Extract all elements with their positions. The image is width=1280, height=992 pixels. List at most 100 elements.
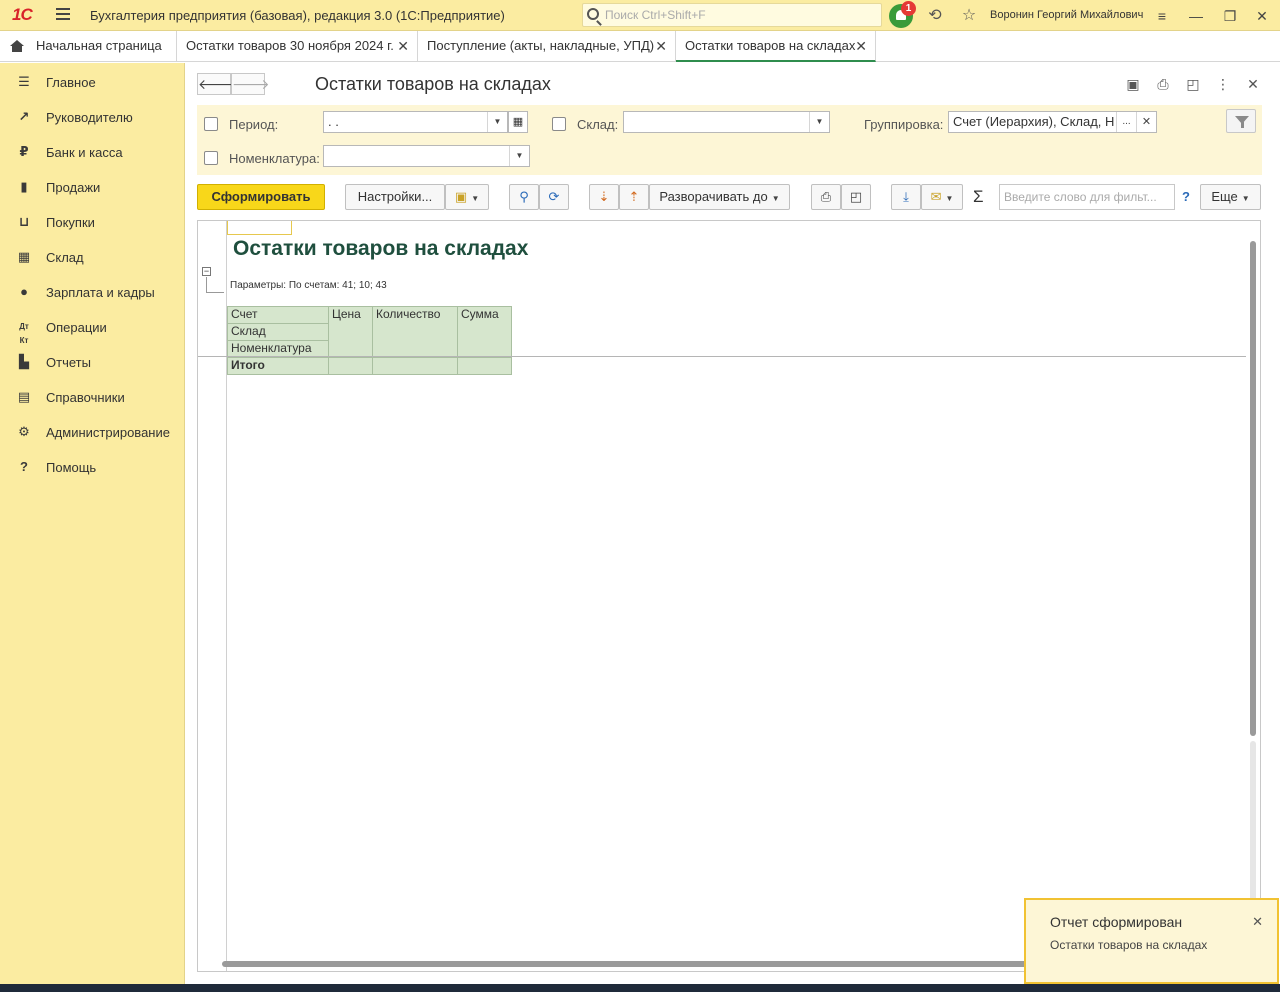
download-icon: ⤓	[903, 189, 909, 204]
close-icon[interactable]: ✕	[397, 31, 409, 61]
clear-icon[interactable]: ✕	[1136, 112, 1156, 132]
ruble-icon: ₽	[19, 144, 29, 159]
expand-to-button[interactable]: Разворачивать до ▼	[649, 184, 790, 210]
warehouse-checkbox[interactable]	[552, 117, 566, 131]
nomenclature-checkbox[interactable]	[204, 151, 218, 165]
calendar-icon[interactable]: ▦	[508, 111, 528, 133]
download-button[interactable]: ⤓	[891, 184, 921, 210]
vertical-scrollbar[interactable]	[1250, 241, 1256, 736]
help-icon[interactable]: ?	[1182, 189, 1190, 204]
variants-button[interactable]: ▣ ▼	[445, 184, 489, 210]
find-button[interactable]: ⚲	[509, 184, 539, 210]
collapse-icon[interactable]: −	[202, 267, 211, 276]
sidebar-item-admin[interactable]: ⚙ Администрирование	[0, 415, 185, 450]
save-icon[interactable]: ▣	[1124, 75, 1142, 93]
book-icon: ▤	[17, 389, 31, 404]
close-icon[interactable]: ✕	[1252, 914, 1263, 930]
more-button[interactable]: Еще ▼	[1200, 184, 1261, 210]
freeze-line	[198, 356, 1246, 357]
close-icon[interactable]: ✕	[655, 31, 667, 61]
sidebar-item-payroll[interactable]: ● Зарплата и кадры	[0, 275, 185, 310]
chevron-down-icon: ▼	[1241, 194, 1250, 203]
tab-stock-report[interactable]: Остатки товаров на складах ✕	[676, 31, 876, 62]
report-sheet[interactable]: Остатки товаров на складах − Параметры: …	[197, 220, 1261, 972]
header-sum: Сумма	[457, 306, 512, 358]
nomenclature-field[interactable]: ▼	[323, 145, 530, 167]
more-actions-icon[interactable]: ⋮	[1214, 75, 1232, 93]
chevron-down-icon[interactable]: ▼	[509, 146, 529, 166]
sidebar-item-references[interactable]: ▤ Справочники	[0, 380, 185, 415]
header-price: Цена	[328, 306, 373, 358]
sidebar-item-warehouse[interactable]: ▦ Склад	[0, 240, 185, 275]
report-filter-input[interactable]	[999, 184, 1175, 210]
tab-home[interactable]: Начальная страница	[0, 31, 177, 62]
preview-icon[interactable]: ◰	[1184, 75, 1202, 93]
main-form: 🡐 🡒 Остатки товаров на складах ▣ ⎙ ◰ ⋮ ✕…	[186, 63, 1280, 992]
sort-asc-button[interactable]: ⇡	[619, 184, 649, 210]
sidebar-item-bank[interactable]: ₽ Банк и касса	[0, 135, 185, 170]
sidebar-item-sales[interactable]: ▮ Продажи	[0, 170, 185, 205]
filter-icon[interactable]	[1226, 109, 1256, 133]
period-value: . .	[328, 114, 339, 129]
find-next-button[interactable]: ⟳	[539, 184, 569, 210]
sidebar-item-operations[interactable]: Дт Кт Операции	[0, 310, 185, 345]
settings-menu-icon[interactable]: ≡	[1153, 6, 1171, 26]
print-icon[interactable]: ⎙	[1154, 75, 1172, 93]
sidebar-item-main[interactable]: ☰ Главное	[0, 65, 185, 100]
global-search-input[interactable]	[605, 6, 875, 24]
generate-button[interactable]: Сформировать	[197, 184, 325, 210]
print-icon: ⎙	[820, 189, 832, 204]
tab-label: Остатки товаров на складах	[685, 38, 856, 53]
os-taskbar	[0, 984, 1280, 992]
user-name[interactable]: Воронин Георгий Михайлович	[990, 9, 1143, 21]
chevron-down-icon[interactable]: ▼	[809, 112, 829, 132]
history-icon[interactable]: ⟲	[925, 6, 945, 26]
menu-icon: ☰	[18, 74, 30, 89]
forward-button[interactable]: 🡒	[231, 73, 270, 95]
preview-icon: ◰	[849, 189, 863, 204]
horizontal-scrollbar[interactable]	[222, 961, 1042, 967]
sidebar-item-manager[interactable]: ↗ Руководителю	[0, 100, 185, 135]
sidebar-item-label: Склад	[46, 250, 84, 265]
settings-button[interactable]: Настройки...	[345, 184, 445, 210]
close-form-icon[interactable]: ✕	[1244, 75, 1262, 93]
close-icon[interactable]: ✕	[855, 31, 867, 61]
minimize-button[interactable]: —	[1187, 6, 1205, 26]
tab-receipts[interactable]: Поступление (акты, накладные, УПД) ✕	[418, 31, 676, 62]
bar-chart-icon: ▙	[19, 354, 29, 369]
report-gutter	[198, 221, 227, 971]
back-button[interactable]: 🡐	[197, 73, 236, 95]
sidebar-item-reports[interactable]: ▙ Отчеты	[0, 345, 185, 380]
chevron-down-icon[interactable]: ▼	[487, 112, 507, 132]
tab-stock-nov-30[interactable]: Остатки товаров 30 ноября 2024 г. ✕	[177, 31, 418, 62]
period-checkbox[interactable]	[204, 117, 218, 131]
warehouse-field[interactable]: ▼	[623, 111, 830, 133]
sidebar-item-purchases[interactable]: ⊔ Покупки	[0, 205, 185, 240]
app-logo: 1С	[12, 5, 33, 24]
sidebar-item-help[interactable]: ? Помощь	[0, 450, 185, 485]
grouping-field[interactable]: Счет (Иерархия), Склад, Н ... ✕	[948, 111, 1157, 133]
close-window-button[interactable]: ✕	[1253, 6, 1271, 26]
expand-to-label: Разворачивать до	[659, 189, 768, 204]
period-label: Период:	[229, 117, 279, 132]
notification-popup[interactable]: Отчет сформирован Остатки товаров на скл…	[1024, 898, 1279, 984]
gear-icon: ⚙	[18, 424, 30, 439]
notification-text[interactable]: Остатки товаров на складах	[1050, 938, 1207, 952]
chevron-down-icon: ▼	[471, 194, 480, 203]
main-menu-icon[interactable]	[56, 8, 70, 22]
sort-desc-button[interactable]: ⇣	[589, 184, 619, 210]
period-field[interactable]: . . ▼	[323, 111, 508, 133]
restore-button[interactable]: ❐	[1221, 6, 1239, 26]
tab-label: Остатки товаров 30 ноября 2024 г.	[186, 38, 394, 53]
print-preview-button[interactable]: ◰	[841, 184, 871, 210]
global-search[interactable]	[582, 3, 882, 27]
sum-icon[interactable]: Σ	[973, 187, 984, 207]
print-button[interactable]: ⎙	[811, 184, 841, 210]
selected-cell	[227, 221, 292, 235]
warehouse-label: Склад:	[577, 117, 619, 132]
email-button[interactable]: ✉ ▼	[921, 184, 963, 210]
select-more-button[interactable]: ...	[1116, 112, 1136, 132]
favorites-star-icon[interactable]: ☆	[959, 6, 979, 26]
sidebar-item-label: Операции	[46, 320, 107, 335]
page-title: Остатки товаров на складах	[315, 74, 551, 94]
